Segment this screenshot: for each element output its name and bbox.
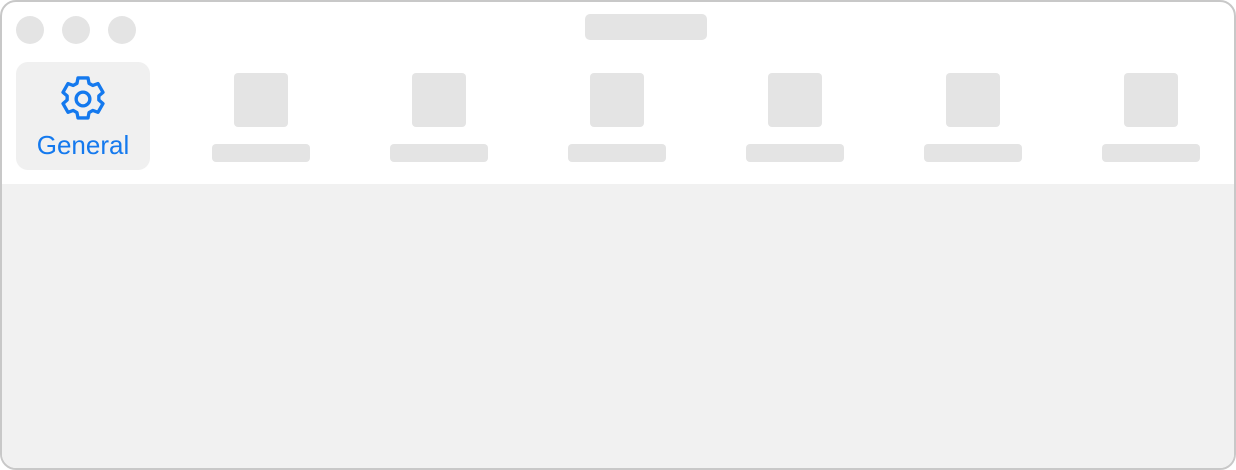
tab-5[interactable] [728, 62, 862, 170]
tab-general-label: General [36, 130, 130, 160]
tab-general[interactable]: General [16, 62, 150, 170]
window-title [585, 14, 707, 40]
tab-2[interactable] [194, 62, 328, 170]
preferences-content-area [2, 184, 1234, 468]
gear-icon [61, 76, 105, 120]
placeholder-icon [412, 73, 466, 127]
close-window-button[interactable] [16, 16, 44, 44]
placeholder-icon [234, 73, 288, 127]
preferences-toolbar: General [2, 62, 1234, 184]
tab-7-label [1102, 144, 1200, 162]
title-bar [2, 2, 1234, 62]
tab-7[interactable] [1084, 62, 1218, 170]
placeholder-icon [590, 73, 644, 127]
tab-6-label [924, 144, 1022, 162]
placeholder-icon [946, 73, 1000, 127]
tab-2-label [212, 144, 310, 162]
tab-3[interactable] [372, 62, 506, 170]
minimize-window-button[interactable] [62, 16, 90, 44]
zoom-window-button[interactable] [108, 16, 136, 44]
preferences-window: General [0, 0, 1236, 470]
placeholder-icon [768, 73, 822, 127]
tab-4-label [568, 144, 666, 162]
tab-6[interactable] [906, 62, 1040, 170]
placeholder-icon [1124, 73, 1178, 127]
tab-4[interactable] [550, 62, 684, 170]
tab-5-label [746, 144, 844, 162]
tab-3-label [390, 144, 488, 162]
